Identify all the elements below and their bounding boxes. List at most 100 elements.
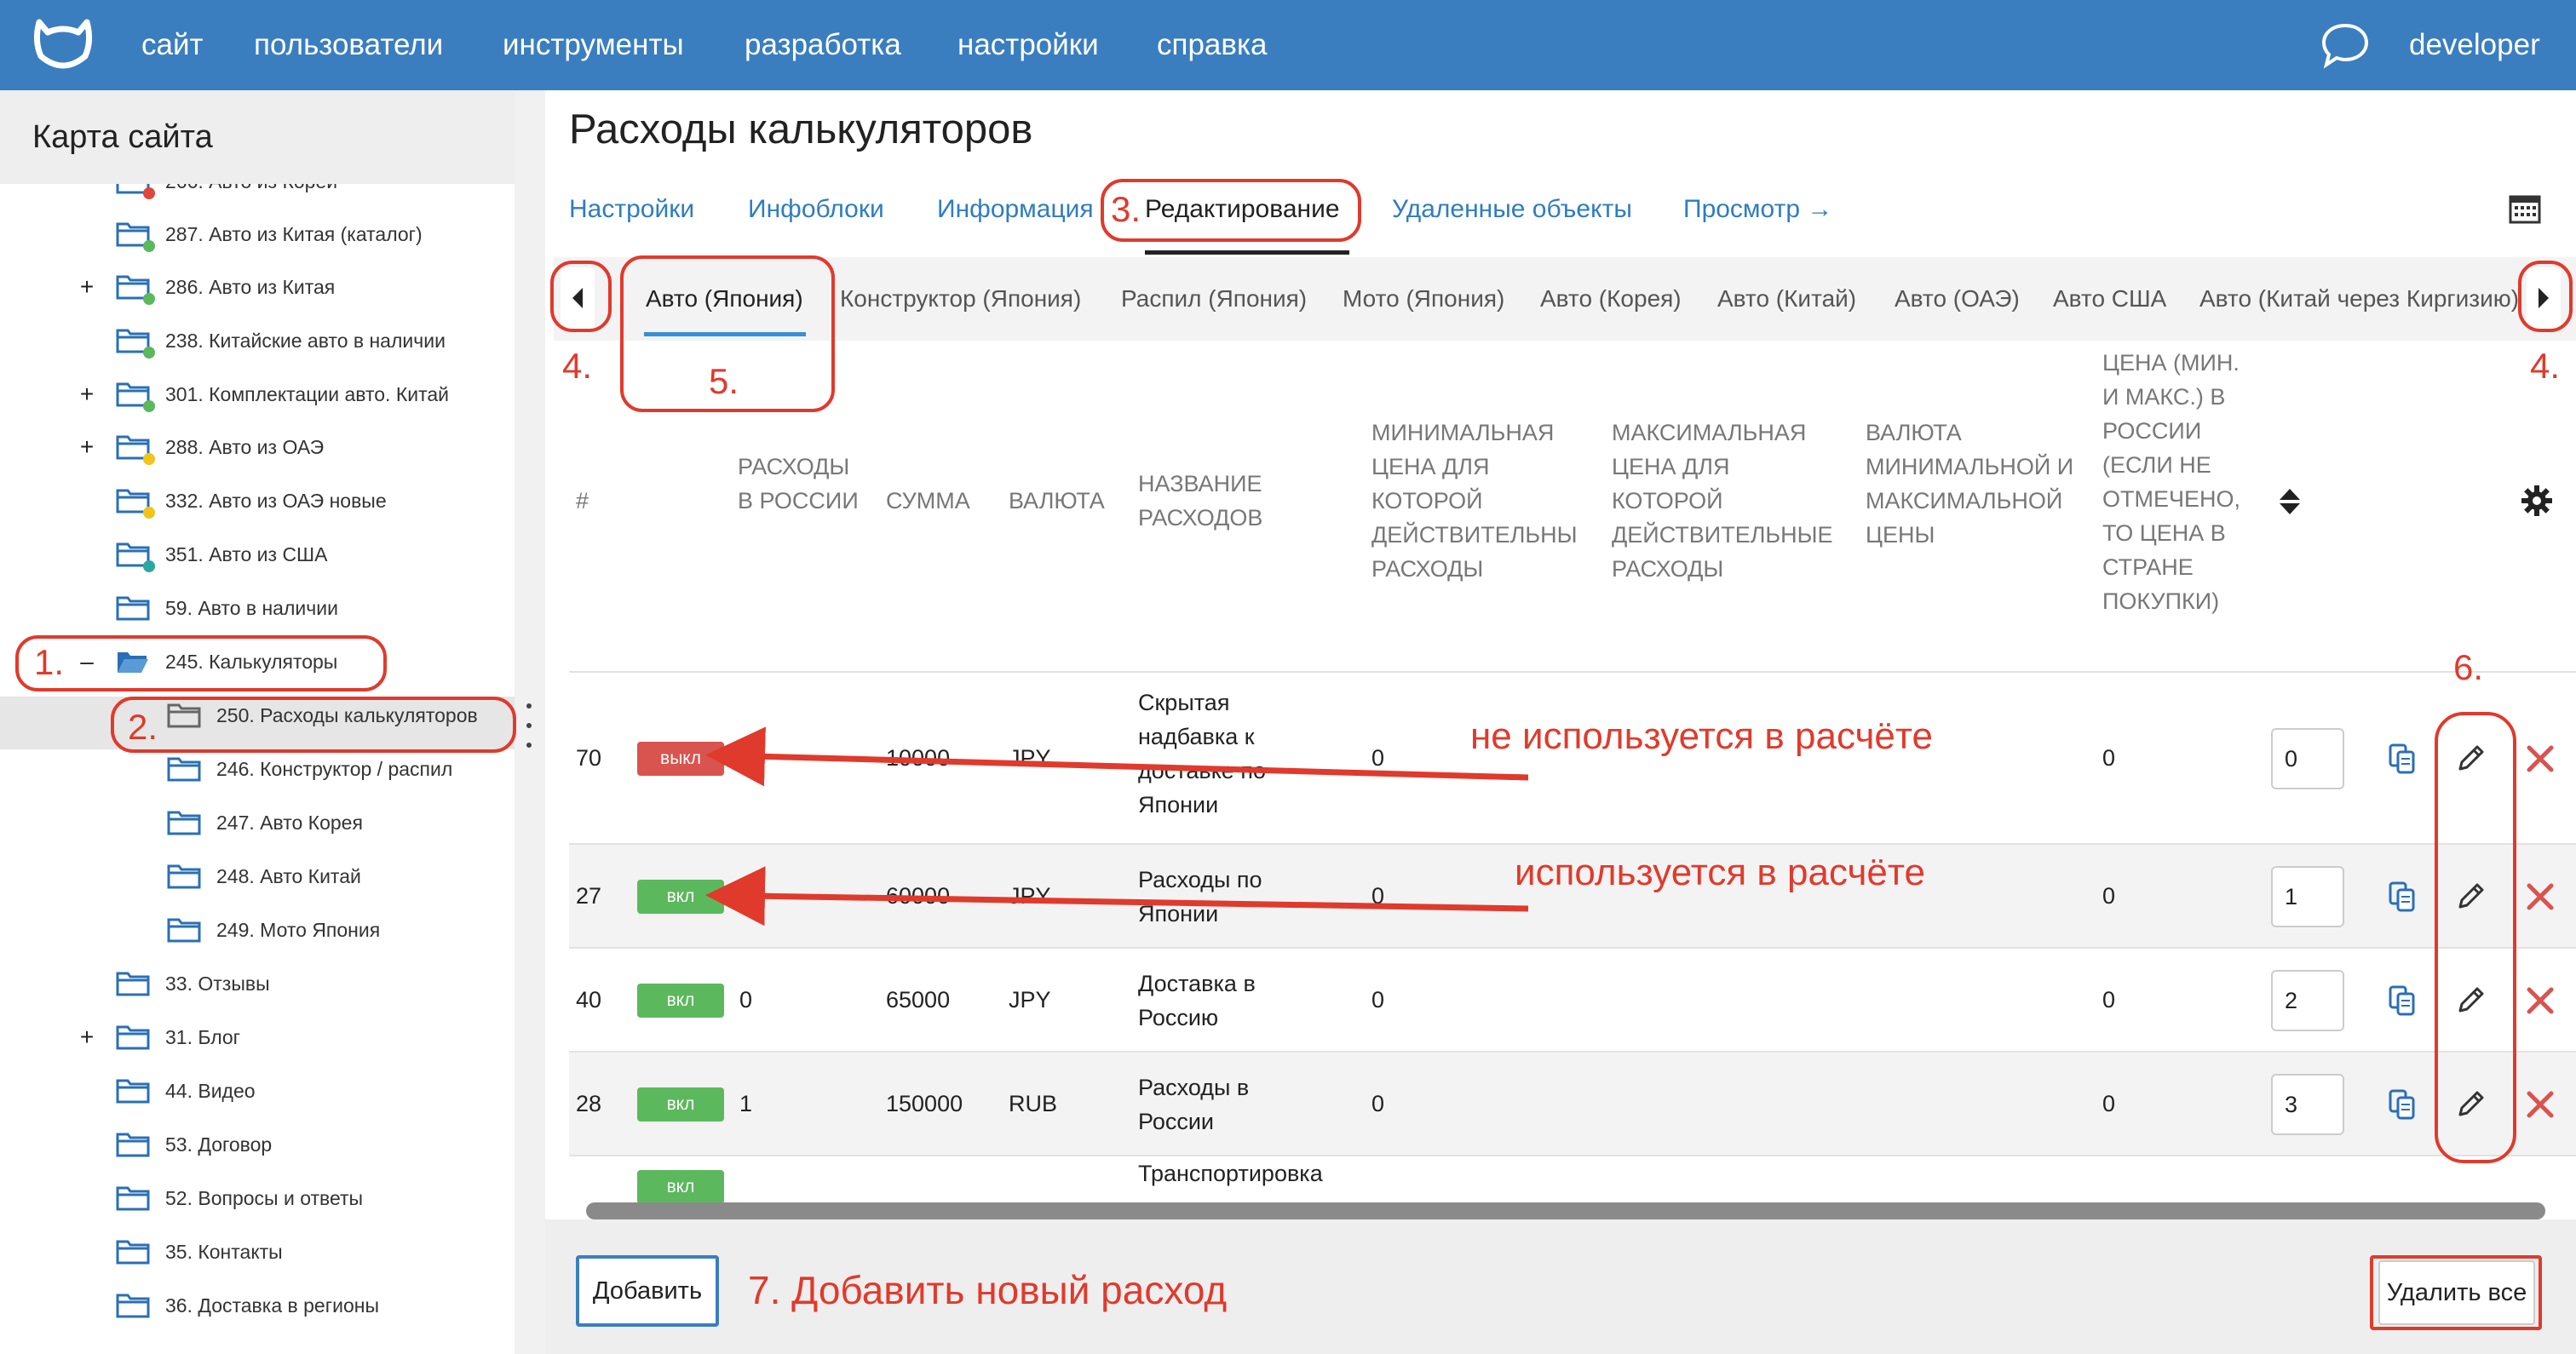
folder-icon bbox=[167, 810, 201, 835]
subtabs-next-button[interactable] bbox=[2527, 267, 2561, 329]
menu-tools[interactable]: инструменты bbox=[503, 0, 684, 90]
sort-order-input[interactable]: 0 bbox=[2271, 728, 2344, 789]
gear-icon[interactable] bbox=[2520, 484, 2554, 518]
tree-item[interactable]: 246. Конструктор / распил bbox=[129, 743, 452, 795]
tree-item[interactable]: 35. Контакты bbox=[78, 1225, 283, 1278]
tree-expander-icon[interactable]: + bbox=[78, 433, 95, 461]
tree-item[interactable]: 53. Договор bbox=[78, 1118, 272, 1171]
tree-item[interactable]: +301. Комплектации авто. Китай bbox=[78, 368, 449, 421]
delete-all-button[interactable]: Удалить все bbox=[2378, 1260, 2535, 1325]
delete-icon[interactable] bbox=[2523, 742, 2557, 776]
tree-item[interactable]: 332. Авто из ОАЭ новые bbox=[78, 474, 387, 527]
copy-icon[interactable] bbox=[2385, 1087, 2419, 1122]
status-toggle-button[interactable]: вкл bbox=[637, 1170, 724, 1204]
tree-item[interactable]: 52. Вопросы и ответы bbox=[78, 1172, 363, 1225]
logo-icon[interactable] bbox=[31, 15, 95, 77]
tree-expander-icon[interactable]: + bbox=[78, 273, 95, 301]
folder-icon bbox=[167, 703, 201, 728]
status-toggle-button[interactable]: вкл bbox=[637, 880, 724, 914]
tab-infoblocks[interactable]: Инфоблоки bbox=[748, 191, 884, 228]
subtab-constructor-japan[interactable]: Конструктор (Япония) bbox=[840, 257, 1081, 341]
tree-item[interactable]: 33. Отзывы bbox=[78, 957, 270, 1010]
pencil-icon[interactable] bbox=[2453, 880, 2487, 914]
tree-item-label: 44. Видео bbox=[165, 1079, 256, 1102]
tab-preview[interactable]: Просмотр → bbox=[1683, 191, 1832, 228]
delete-icon[interactable] bbox=[2523, 1087, 2557, 1122]
tree-item[interactable]: – 245. Калькуляторы bbox=[78, 635, 337, 688]
cell-name: Транспортировка bbox=[1138, 1161, 1323, 1186]
horizontal-scrollbar[interactable] bbox=[586, 1202, 2545, 1219]
copy-icon[interactable] bbox=[2385, 742, 2419, 776]
folder-icon bbox=[116, 1024, 150, 1050]
menu-help[interactable]: справка bbox=[1157, 0, 1268, 90]
tree-expander-icon[interactable]: + bbox=[78, 381, 95, 408]
annotation-used: используется в расчёте bbox=[1515, 852, 1925, 893]
subtab-auto-usa[interactable]: Авто США bbox=[2053, 257, 2166, 341]
sort-order-input[interactable]: 1 bbox=[2271, 866, 2344, 927]
arrow-right-icon bbox=[2539, 288, 2549, 308]
pencil-icon[interactable] bbox=[2453, 1087, 2487, 1122]
subtab-moto-japan[interactable]: Мото (Япония) bbox=[1343, 257, 1504, 341]
annotation-2: 2. bbox=[128, 707, 158, 747]
cell-russia: 0 bbox=[739, 745, 753, 771]
col-currency: ВАЛЮТА bbox=[1009, 488, 1105, 513]
menu-site[interactable]: сайт bbox=[141, 0, 204, 90]
tree-expander-icon[interactable]: – bbox=[78, 648, 95, 675]
tree-item[interactable]: 36. Доставка в регионы bbox=[78, 1279, 379, 1332]
subtab-auto-korea[interactable]: Авто (Корея) bbox=[1540, 257, 1682, 341]
tree-item[interactable]: – 266. Авто из Кореи bbox=[78, 184, 337, 208]
tab-deleted-objects[interactable]: Удаленные объекты bbox=[1392, 191, 1632, 228]
tree-item-label: 249. Мото Япония bbox=[216, 918, 381, 941]
menu-users[interactable]: пользователи bbox=[254, 0, 443, 90]
tree-item[interactable]: 238. Китайские авто в наличии bbox=[78, 314, 446, 367]
calendar-icon[interactable] bbox=[2508, 192, 2542, 225]
tab-settings[interactable]: Настройки bbox=[569, 191, 694, 228]
delete-icon[interactable] bbox=[2523, 984, 2557, 1018]
subtab-auto-china-kyrgyzstan[interactable]: Авто (Китай через Киргизию) bbox=[2199, 257, 2519, 341]
tree-item[interactable]: 59. Авто в наличии bbox=[78, 582, 338, 634]
copy-icon[interactable] bbox=[2385, 984, 2419, 1018]
subtab-saw-japan[interactable]: Распил (Япония) bbox=[1121, 257, 1307, 341]
tree-item[interactable]: +288. Авто из ОАЭ bbox=[78, 421, 324, 473]
tab-information[interactable]: Информация bbox=[937, 191, 1094, 228]
tree-expander-icon[interactable]: + bbox=[78, 1024, 95, 1051]
status-toggle-button[interactable]: вкл bbox=[637, 1087, 724, 1122]
subtab-auto-china[interactable]: Авто (Китай) bbox=[1717, 257, 1856, 341]
tree-item[interactable]: 249. Мото Япония bbox=[129, 904, 380, 956]
copy-icon[interactable] bbox=[2385, 880, 2419, 914]
pencil-icon[interactable] bbox=[2453, 742, 2487, 776]
subtab-auto-japan[interactable]: Авто (Япония) bbox=[646, 257, 803, 341]
pencil-icon[interactable] bbox=[2453, 984, 2487, 1018]
subtabs-prev-button[interactable] bbox=[561, 267, 595, 329]
tree-item[interactable]: 248. Авто Китай bbox=[129, 850, 361, 903]
tree-item[interactable]: 247. Авто Корея bbox=[129, 796, 363, 849]
add-button[interactable]: Добавить bbox=[576, 1255, 719, 1327]
tree-item[interactable]: 250. Расходы калькуляторов bbox=[129, 689, 478, 742]
tree-item[interactable]: 44. Видео bbox=[78, 1064, 256, 1117]
folder-icon bbox=[116, 221, 155, 252]
subtabs: Авто (Япония) Конструктор (Япония) Распи… bbox=[622, 257, 2521, 341]
tab-editing[interactable]: Редактирование bbox=[1145, 191, 1340, 228]
tree-expander-icon[interactable]: – bbox=[78, 184, 95, 195]
splitter-handle-icon[interactable] bbox=[525, 703, 533, 748]
status-toggle-button[interactable]: вкл bbox=[637, 984, 724, 1018]
subtab-auto-uae[interactable]: Авто (ОАЭ) bbox=[1895, 257, 2020, 341]
chat-icon[interactable] bbox=[2319, 20, 2372, 70]
tree-item[interactable]: 351. Авто из США bbox=[78, 528, 327, 581]
tree-item-label: 287. Авто из Китая (каталог) bbox=[165, 222, 423, 245]
cell-russia: 1 bbox=[739, 1091, 753, 1116]
sort-icon[interactable] bbox=[2278, 487, 2302, 516]
menu-development[interactable]: разработка bbox=[745, 0, 901, 90]
cell-name: Расходы по Японии bbox=[1138, 867, 1262, 927]
site-tree: – 266. Авто из Кореи 287. Авто из Китая (к… bbox=[0, 184, 515, 1354]
user-menu[interactable]: developer bbox=[2409, 0, 2540, 90]
tree-item[interactable]: 287. Авто из Китая (каталог) bbox=[78, 208, 423, 261]
tree-item[interactable]: +286. Авто из Китая bbox=[78, 261, 335, 313]
tree-item[interactable]: +31. Блог bbox=[78, 1011, 240, 1064]
table-row: 40 вкл 0 65000 JPY Доставка в Россию 0 0 2 bbox=[569, 947, 2576, 1051]
delete-icon[interactable] bbox=[2523, 880, 2557, 914]
sort-order-input[interactable]: 2 bbox=[2271, 970, 2344, 1031]
menu-settings[interactable]: настройки bbox=[957, 0, 1099, 90]
status-toggle-button[interactable]: выкл bbox=[637, 742, 724, 776]
sort-order-input[interactable]: 3 bbox=[2271, 1074, 2344, 1135]
